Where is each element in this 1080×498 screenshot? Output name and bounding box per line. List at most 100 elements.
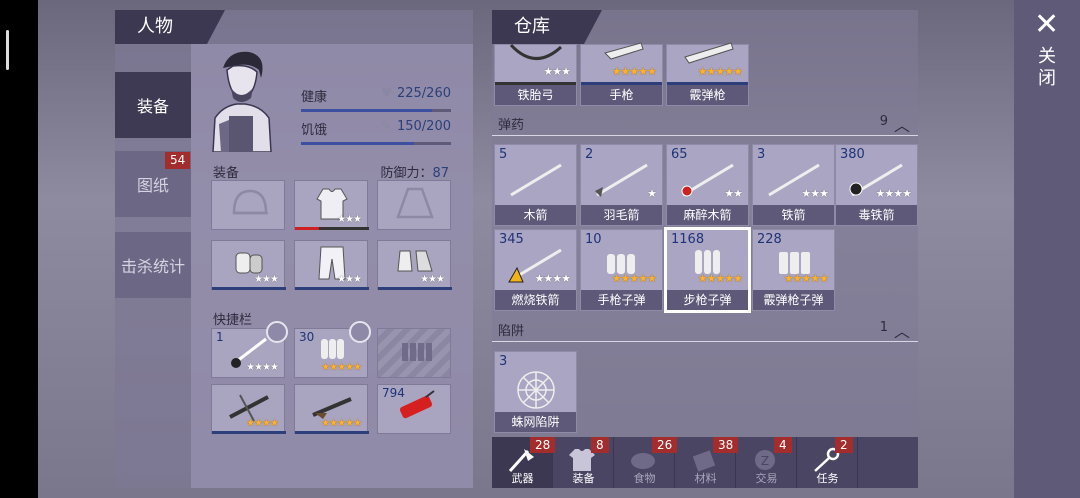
tab-label: 任务 [816, 472, 839, 485]
tab-trade[interactable]: Z 4 交易 [736, 437, 797, 488]
blueprints-badge: 54 [165, 152, 191, 169]
close-label[interactable]: 关闭 [1036, 46, 1058, 90]
ammo-item-tranq-arrow[interactable]: 65 ★★ 麻醉木箭 [666, 144, 749, 226]
ammo-name: 麻醉木箭 [667, 205, 748, 225]
dynamite-icon [399, 390, 435, 419]
iron-bow-name: 铁胎弓 [495, 85, 576, 105]
close-panel[interactable]: ✕ 关闭 [1014, 0, 1080, 498]
tab-quests[interactable]: 2 任务 [797, 437, 858, 488]
trap-category-title: 陷阱 [498, 324, 525, 339]
gloves-durability [212, 287, 286, 290]
warehouse-panel: 仓库 ★★★ 铁胎弓 ★★★★★ 手枪 ★★★★★ 霰弹枪 弹药 9 ︿ 5 木… [492, 10, 918, 488]
swap-icon[interactable] [349, 321, 371, 343]
iron-bow-stars: ★★★ [543, 65, 571, 78]
swap-icon[interactable] [266, 321, 288, 343]
helmet-icon [232, 189, 268, 215]
hunger-stat: 饥饿 ✎ 150/200 [301, 117, 451, 145]
ammo-name: 羽毛箭 [581, 205, 662, 225]
screen-edge [0, 0, 38, 498]
tab-food[interactable]: 26 食物 [614, 437, 678, 488]
quickbar-slot-5[interactable]: ★★★★★ [294, 384, 369, 434]
arrow-icon [510, 163, 562, 197]
quickbar-slot-1[interactable]: 1 ★★★★ [211, 321, 288, 378]
quickbar-slot-4-bar [212, 431, 286, 434]
ammo-stars: ★★★★ [875, 187, 912, 200]
tab-weapons[interactable]: 28 武器 [492, 437, 556, 488]
tab-badge: 2 [835, 437, 853, 453]
armor-durability-rest [319, 227, 369, 230]
ammo-name: 铁箭 [753, 205, 834, 225]
ammo-name: 霰弹枪子弹 [753, 290, 834, 310]
ammo-name: 毒铁箭 [836, 205, 917, 225]
health-bar [301, 109, 451, 112]
quickbar-slot-5-bar [295, 431, 369, 434]
category-tabbar: 28 武器 8 装备 26 食物 38 材料 Z 4 交易 2 任务 [492, 437, 918, 488]
defense-value: 87 [432, 166, 449, 181]
pistol-name: 手枪 [581, 85, 662, 105]
ammo-item-fire-arrow[interactable]: 345 ★★★★ 燃烧铁箭 [494, 229, 577, 311]
quickbar-slot-3-locked [377, 328, 451, 378]
health-label: 健康 [301, 90, 328, 105]
quickbar-slot-5-stars: ★★★★★ [321, 418, 362, 429]
weapon-item-pistol[interactable]: ★★★★★ 手枪 [580, 42, 663, 106]
character-content: 健康 ♥ 225/260 饥饿 ✎ 150/200 装备 防御力：87 ★★★ [191, 44, 473, 488]
bullets-silhouette-icon [402, 343, 432, 361]
tab-badge: 28 [530, 437, 556, 453]
health-value: 225/260 [396, 86, 451, 101]
helmet-slot[interactable] [211, 180, 285, 230]
ammo-item-feather-arrow[interactable]: 2 ★ 羽毛箭 [580, 144, 663, 226]
ammo-stars: ★★★★ [534, 272, 571, 285]
ammo-item-iron-arrow[interactable]: 3 ★★★ 铁箭 [752, 144, 835, 226]
ammo-category-count: 9 [879, 114, 888, 129]
armor-slot[interactable]: ★★★ [294, 180, 369, 230]
boots-slot[interactable]: ★★★ [377, 240, 452, 290]
boots-durability [378, 287, 452, 290]
tab-kill-stats-label: 击杀统计 [120, 257, 185, 276]
weapon-item-iron-bow[interactable]: ★★★ 铁胎弓 [494, 43, 577, 106]
ammo-stars: ★ [647, 187, 657, 200]
tab-materials[interactable]: 38 材料 [675, 437, 739, 488]
ammo-item-pistol-bullet[interactable]: 10 ★★★★★ 手枪子弹 [580, 229, 663, 311]
ammo-name: 手枪子弹 [581, 290, 662, 310]
defense-stat: 防御力：87 [380, 162, 449, 181]
shotgun-stars: ★★★★★ [697, 65, 743, 78]
trap-category[interactable]: 陷阱 1 ︿ [492, 316, 918, 342]
gloves-slot[interactable]: ★★★ [211, 240, 286, 290]
ammo-category[interactable]: 弹药 9 ︿ [492, 110, 918, 136]
quickbar-slot-2[interactable]: 30 ★★★★★ [294, 321, 371, 378]
character-panel: 人物 装备 图纸 54 击杀统计 健康 ♥ 225/260 饥饿 ✎ 150/2… [115, 10, 473, 488]
close-icon[interactable]: ✕ [1034, 10, 1059, 40]
spiderweb-icon [517, 371, 555, 409]
ammo-item-poison-arrow[interactable]: 380 ★★★★ 毒铁箭 [835, 144, 918, 226]
trap-name: 蛛网陷阱 [495, 412, 576, 432]
chevron-up-icon: ︿ [893, 116, 910, 135]
ammo-name: 燃烧铁箭 [495, 290, 576, 310]
character-header: 人物 [115, 10, 225, 44]
tab-label: 交易 [755, 472, 778, 485]
cloak-icon [396, 187, 434, 219]
ammo-name: 木箭 [495, 205, 576, 225]
tab-blueprints-label: 图纸 [136, 176, 169, 195]
cloak-slot[interactable] [377, 180, 451, 230]
trap-item-spiderweb[interactable]: 3 蛛网陷阱 [494, 351, 577, 433]
ammo-stars: ★★★★★ [783, 272, 829, 285]
quickbar-slot-4-stars: ★★★★ [246, 418, 279, 429]
quickbar-slot-6[interactable]: 794 [377, 384, 451, 434]
pants-slot[interactable]: ★★★ [294, 240, 369, 290]
health-stat: 健康 ♥ 225/260 [301, 84, 451, 112]
hunger-label: 饥饿 [301, 123, 328, 138]
warehouse-title: 仓库 [514, 16, 550, 37]
tab-equipment[interactable]: 装备 [115, 72, 191, 138]
tab-badge: 26 [652, 437, 678, 453]
tab-equipment[interactable]: 8 装备 [553, 437, 614, 488]
drumstick-icon: ✎ [381, 119, 392, 134]
weapon-item-shotgun[interactable]: ★★★★★ 霰弹枪 [666, 42, 749, 106]
quickbar-slot-4[interactable]: ★★★★ [211, 384, 286, 434]
tab-label: 食物 [633, 472, 656, 485]
ammo-item-shotgun-shell[interactable]: 228 ★★★★★ 霰弹枪子弹 [752, 229, 835, 311]
tab-kill-stats[interactable]: 击杀统计 [115, 232, 191, 298]
ammo-category-title: 弹药 [498, 118, 525, 133]
ammo-item-wood-arrow[interactable]: 5 木箭 [494, 144, 577, 226]
tab-badge: 38 [713, 437, 739, 453]
heart-icon: ♥ [381, 86, 393, 101]
